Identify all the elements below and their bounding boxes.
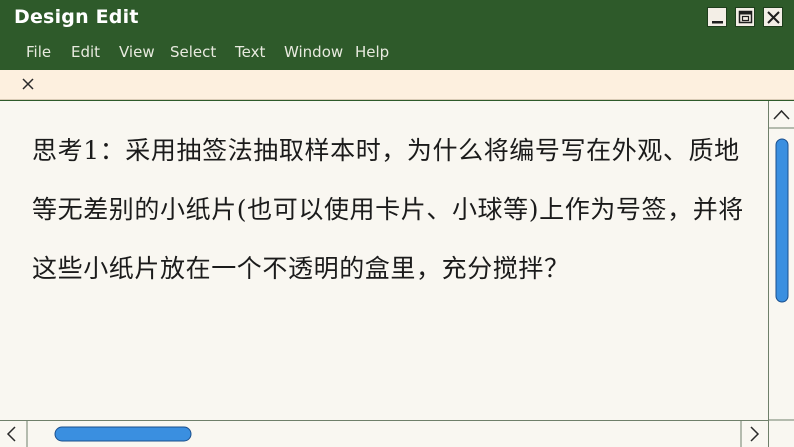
minimize-button[interactable] (707, 7, 727, 27)
window-title: Design Edit (14, 6, 139, 28)
title-bar: Design Edit (0, 0, 794, 36)
horizontal-scrollbar-graphics (6, 421, 760, 447)
vertical-scrollbar-graphics (769, 109, 794, 421)
close-icon (22, 78, 34, 90)
menu-window[interactable]: Window (284, 43, 343, 61)
menu-help[interactable]: Help (355, 43, 389, 61)
tab-close-button[interactable] (19, 74, 39, 94)
maximize-button[interactable] (735, 7, 755, 27)
tab-bar (0, 70, 794, 100)
chevron-right-icon (750, 426, 760, 442)
restore-icon (738, 10, 753, 24)
vertical-scroll-thumb (775, 138, 789, 303)
horizontal-scrollbar[interactable] (0, 420, 768, 447)
menu-file[interactable]: File (26, 43, 51, 61)
document-area[interactable]: 思考1：采用抽签法抽取样本时，为什么将编号写在外观、质地等无差别的小纸片(也可以… (0, 101, 768, 420)
menu-edit[interactable]: Edit (71, 43, 100, 61)
menu-text[interactable]: Text (235, 43, 265, 61)
close-button[interactable] (763, 7, 783, 27)
menu-select[interactable]: Select (170, 43, 216, 61)
chevron-left-icon (6, 426, 16, 442)
close-icon (767, 11, 780, 24)
document-text: 思考1：采用抽签法抽取样本时，为什么将编号写在外观、质地等无差别的小纸片(也可以… (32, 136, 744, 283)
menu-bar: File Edit View Select Text Window Help (0, 38, 794, 68)
minimize-icon (712, 21, 723, 24)
menu-view[interactable]: View (119, 43, 155, 61)
horizontal-scroll-thumb (54, 426, 192, 442)
vertical-scrollbar[interactable] (768, 101, 794, 447)
chevron-up-icon (773, 109, 790, 120)
